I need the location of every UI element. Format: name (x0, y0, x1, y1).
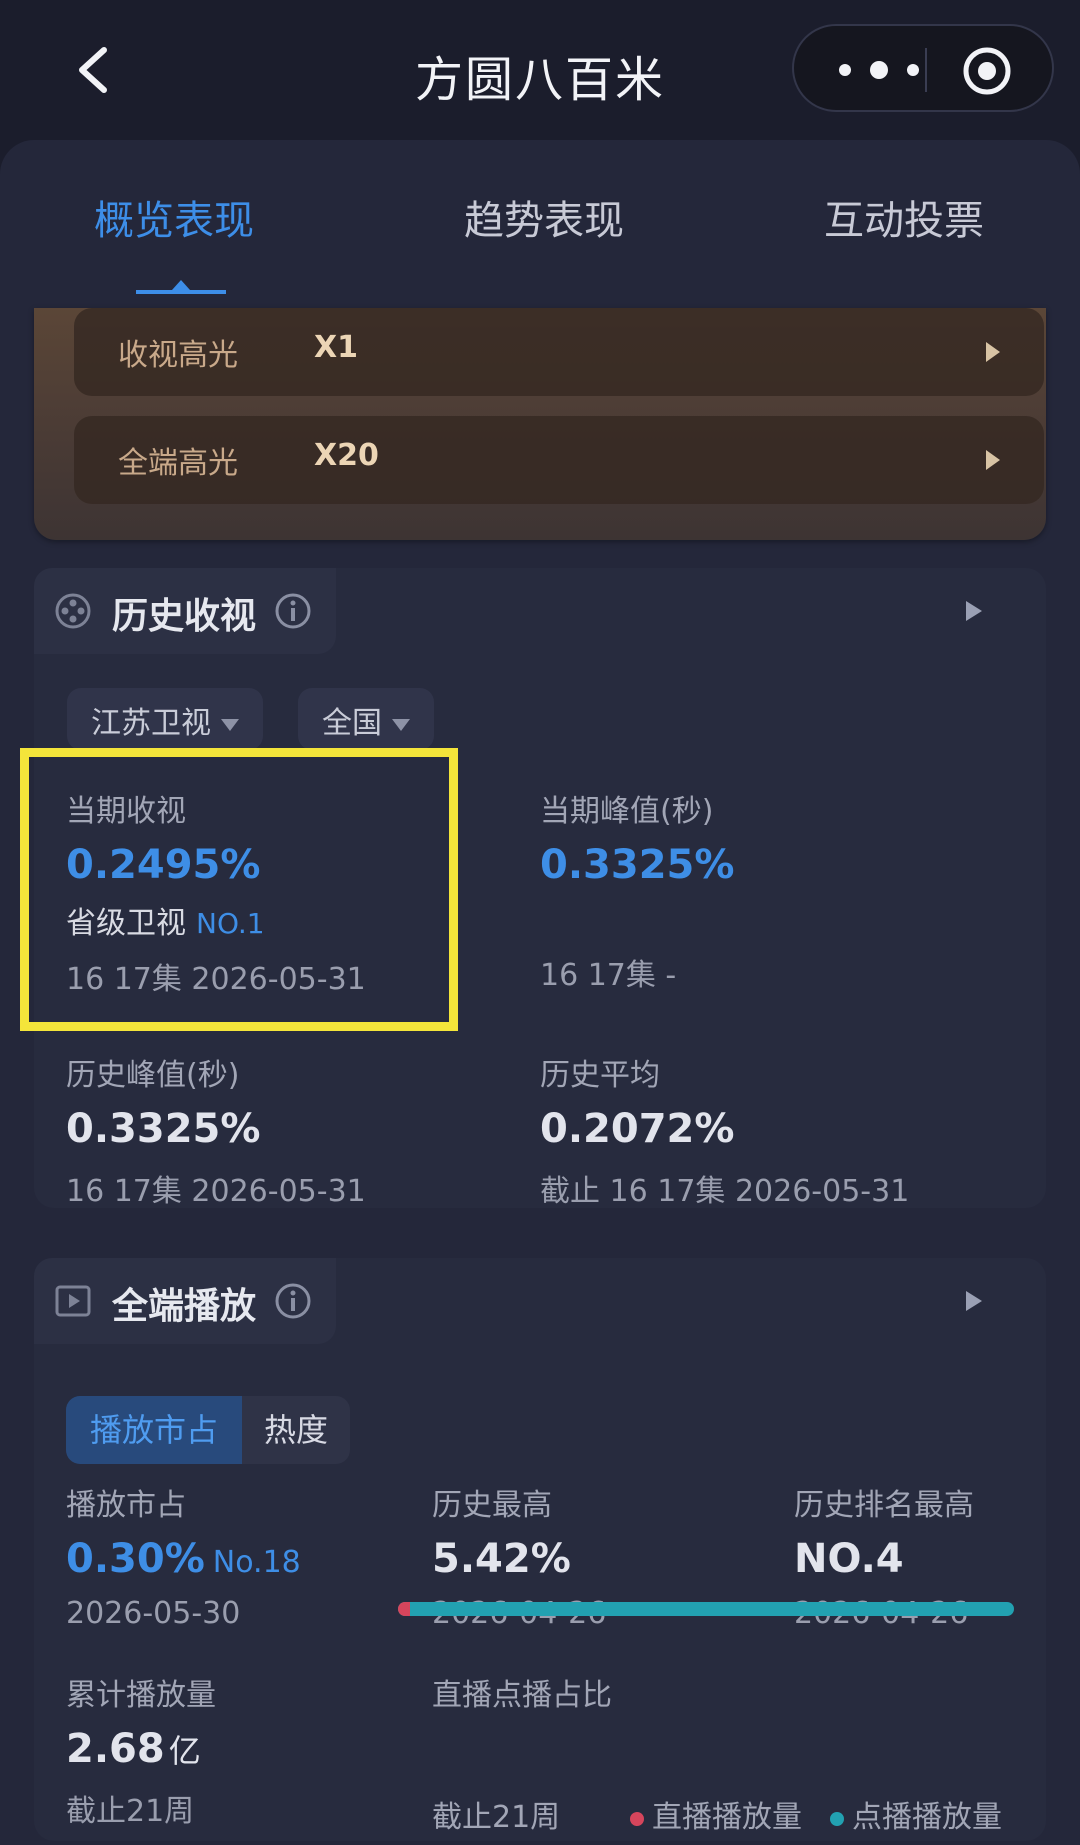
tab-bar: 概览表现 趋势表现 互动投票 (0, 140, 1080, 310)
metric-label: 当期峰值(秒) (540, 794, 714, 829)
metric-value: 2.68 亿 (66, 1726, 216, 1772)
film-reel-icon (55, 593, 91, 629)
metric-label: 历史排名最高 (794, 1488, 974, 1523)
metric-sub: 16 17集 2026-05-31 (66, 1174, 366, 1209)
play-box-icon (55, 1285, 91, 1317)
current-peak: 当期峰值(秒) 0.3325% 16 17集 - (540, 786, 734, 994)
share-value: 0.30% (66, 1536, 205, 1582)
allplay-section-header[interactable]: 全端播放 (34, 1258, 336, 1344)
history-average: 历史平均 0.2072% 截止 16 17集 2026-05-31 (540, 1050, 909, 1210)
share-rank: No.18 (212, 1545, 301, 1580)
tab-overview[interactable]: 概览表现 (94, 188, 254, 246)
segment-heat[interactable]: 热度 (242, 1396, 350, 1464)
legend-live-dot (630, 1811, 644, 1826)
total-value: 2.68 (66, 1726, 165, 1772)
total-unit: 亿 (168, 1732, 201, 1770)
capsule-divider (925, 48, 927, 92)
ratio-sub: 截止21周 (432, 1800, 561, 1835)
highlight-label: 收视高光 (118, 338, 238, 373)
metric-sub: 16 17集 - (540, 958, 677, 993)
metric-label: 累计播放量 (66, 1678, 216, 1713)
metric-label: 历史平均 (540, 1058, 660, 1093)
metric-value: NO.4 (794, 1536, 904, 1582)
region-dropdown[interactable]: 全国 (298, 688, 434, 750)
tab-vote[interactable]: 互动投票 (824, 188, 984, 246)
play-share: 播放市占 0.30% No.18 2026-05-30 (66, 1480, 301, 1631)
segment-control: 播放市占 热度 (66, 1396, 350, 1464)
live-vod-ratio: 直播点播占比 (432, 1670, 612, 1714)
info-icon[interactable] (274, 592, 312, 630)
more-icon[interactable] (834, 56, 924, 84)
metric-value: 0.3325% (540, 842, 735, 888)
highlights-panel: 收视高光 X1 全端高光 X20 (34, 308, 1046, 540)
section-arrow-icon[interactable] (966, 1291, 982, 1311)
dropdown-caret-icon (392, 718, 410, 731)
tab-indicator-caret (172, 280, 190, 290)
title-bar: 方圆八百米 (0, 0, 1080, 140)
legend-vod-dot (830, 1811, 844, 1826)
metric-value: 0.30% No.18 (66, 1536, 301, 1582)
highlight-label: 全端高光 (118, 446, 238, 481)
legend-live-label: 直播播放量 (652, 1800, 802, 1835)
metric-sub: 截止 16 17集 2026-05-31 (540, 1174, 910, 1209)
history-section-header[interactable]: 历史收视 (34, 568, 336, 654)
total-plays: 累计播放量 2.68 亿 截止21周 (66, 1670, 216, 1830)
history-peak: 历史峰值(秒) 0.3325% 16 17集 2026-05-31 (66, 1050, 366, 1210)
section-arrow-icon[interactable] (966, 601, 982, 621)
highlight-row-ratings[interactable]: 收视高光 X1 (74, 308, 1044, 396)
metric-label: 播放市占 (66, 1488, 186, 1523)
play-arrow-icon (986, 450, 1000, 470)
annotation-highlight-box (20, 748, 458, 1031)
metric-label: 历史最高 (432, 1488, 552, 1523)
highlight-value: X20 (314, 438, 379, 473)
dropdown-caret-icon (221, 718, 239, 731)
metric-value: 5.42% (432, 1536, 571, 1582)
highlight-value: X1 (314, 330, 359, 365)
mini-program-capsule (792, 24, 1054, 112)
metric-value: 0.2072% (540, 1106, 735, 1152)
info-icon[interactable] (274, 1282, 312, 1320)
metric-date: 2026-05-30 (66, 1596, 241, 1631)
all-platform-section: 全端播放 播放市占 热度 播放市占 0.30% No.18 2026-05-30 … (34, 1258, 1046, 1841)
legend-live: 直播播放量 (630, 1792, 802, 1836)
metric-label: 直播点播占比 (432, 1678, 612, 1713)
metric-sub: 截止21周 (66, 1794, 195, 1829)
play-arrow-icon (986, 342, 1000, 362)
live-vod-ratio-bar (398, 1602, 1014, 1616)
metric-label: 历史峰值(秒) (66, 1058, 240, 1093)
section-title: 全端播放 (112, 1286, 257, 1327)
tab-underline (136, 290, 226, 294)
channel-dropdown[interactable]: 江苏卫视 (67, 688, 263, 750)
close-target-icon[interactable] (962, 46, 1012, 96)
tab-trend[interactable]: 趋势表现 (464, 188, 624, 246)
dropdown-value: 全国 (322, 706, 382, 741)
metric-value: 0.3325% (66, 1106, 261, 1152)
legend-vod-label: 点播播放量 (852, 1800, 1002, 1835)
highlight-row-allplatform[interactable]: 全端高光 X20 (74, 416, 1044, 504)
dropdown-value: 江苏卫视 (91, 706, 211, 741)
live-ratio-fill (398, 1602, 411, 1616)
segment-share[interactable]: 播放市占 (66, 1396, 242, 1464)
legend-vod: 点播播放量 (830, 1792, 1080, 1836)
section-title: 历史收视 (112, 596, 257, 637)
